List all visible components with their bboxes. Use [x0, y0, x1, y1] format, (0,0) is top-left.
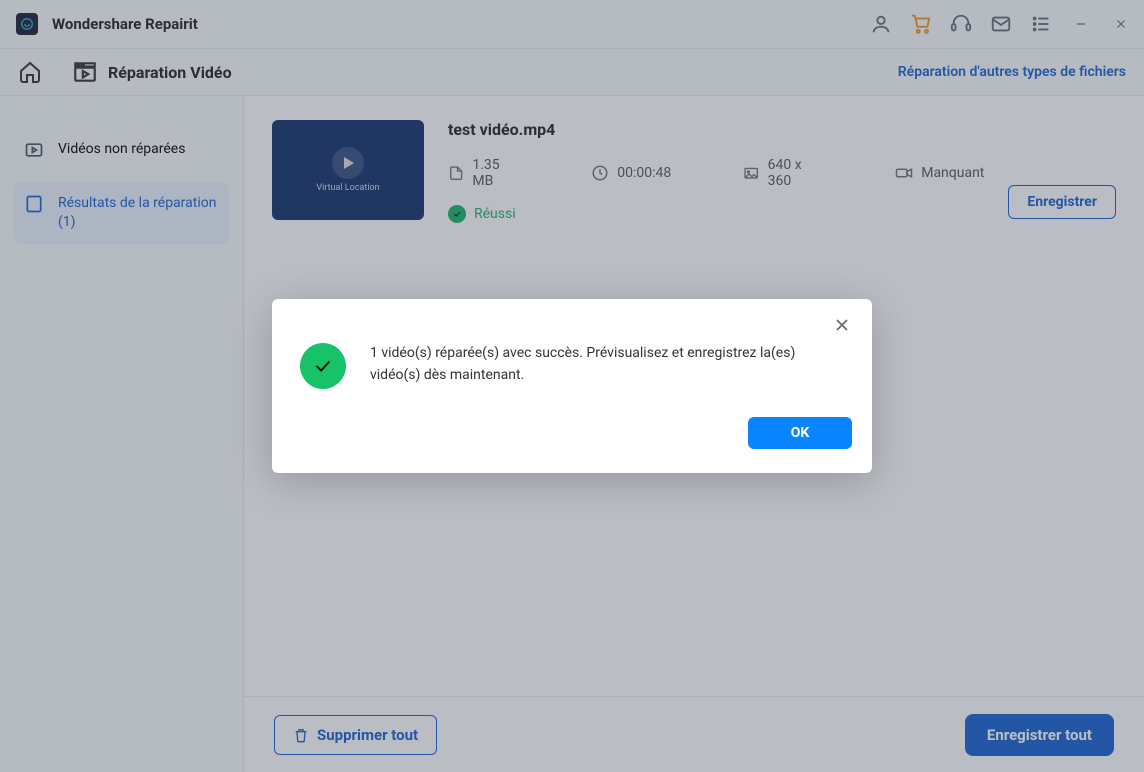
success-modal: 1 vidéo(s) réparée(s) avec succès. Prévi…	[272, 299, 872, 473]
success-check-icon	[300, 343, 346, 389]
modal-message: 1 vidéo(s) réparée(s) avec succès. Prévi…	[370, 343, 846, 386]
modal-overlay: 1 vidéo(s) réparée(s) avec succès. Prévi…	[0, 0, 1144, 772]
modal-ok-button[interactable]: OK	[748, 417, 852, 449]
modal-close-button[interactable]	[832, 315, 852, 335]
